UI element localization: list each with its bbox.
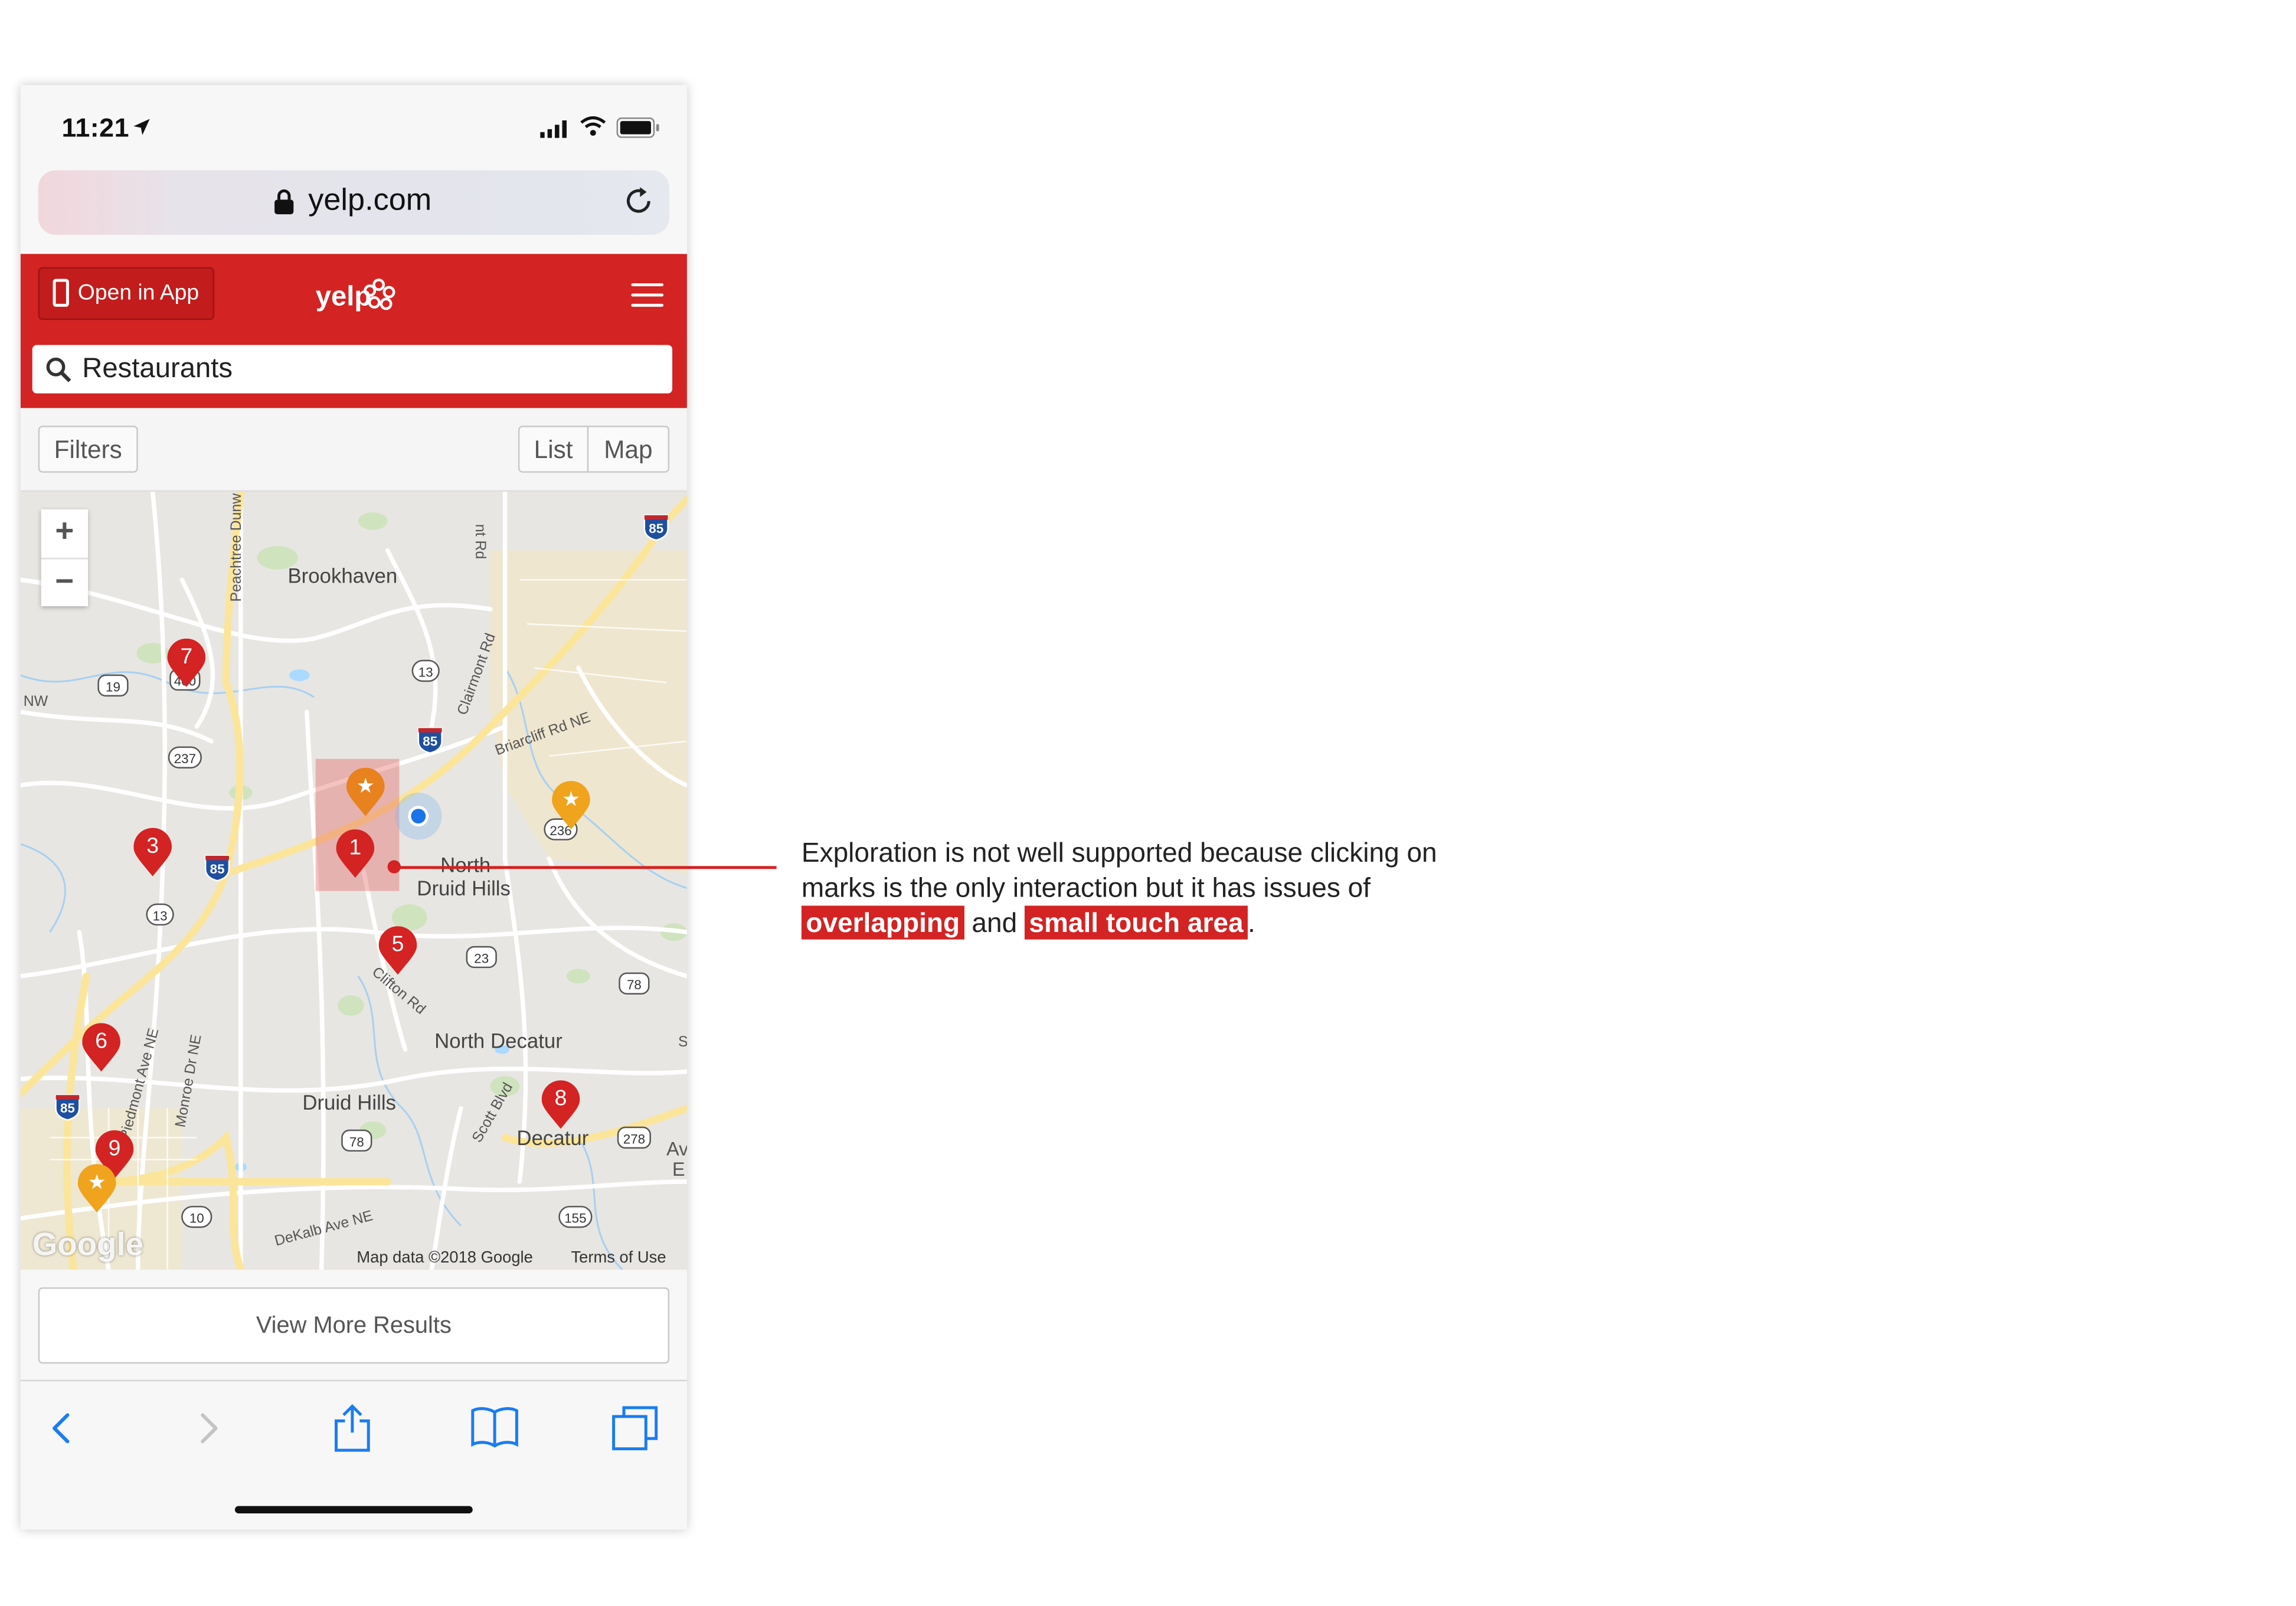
menu-icon[interactable] — [631, 283, 664, 307]
highlight-overlapping: overlapping — [801, 905, 964, 940]
map-marker-8[interactable]: 8 — [541, 1080, 580, 1130]
annotation-text: Exploration is not well supported becaus… — [801, 835, 1492, 941]
user-location-marker — [395, 792, 442, 840]
map-marker-6[interactable]: 6 — [82, 1023, 120, 1073]
view-more-results-button[interactable]: View More Results — [38, 1287, 670, 1364]
filters-button[interactable]: Filters — [38, 426, 138, 473]
address-bar[interactable]: yelp.com — [38, 170, 670, 235]
google-logo: Google — [32, 1225, 144, 1262]
terms-of-use-link[interactable]: Terms of Use — [571, 1249, 666, 1267]
browser-toolbar — [20, 1379, 687, 1530]
yelp-header: Open in App yelp Restaurants — [20, 254, 687, 408]
filter-bar: Filters List Map — [20, 408, 687, 492]
phone-frame: 11:21 yelp.com Open in App yelp Restaura… — [20, 85, 687, 1530]
url-text: yelp.com — [308, 183, 432, 218]
search-value: Restaurants — [82, 354, 233, 385]
signal-icon — [540, 120, 567, 138]
status-bar: 11:21 — [20, 85, 687, 168]
map-marker-5[interactable]: 5 — [378, 926, 417, 976]
map-marker-1[interactable]: 1 — [336, 829, 375, 879]
yelp-logo[interactable]: yelp — [314, 273, 396, 318]
back-icon[interactable] — [47, 1404, 77, 1451]
map-label-north: North — [440, 852, 491, 876]
home-indicator — [234, 1506, 473, 1514]
zoom-out-button[interactable]: − — [41, 560, 89, 608]
road-label: Av — [666, 1137, 687, 1160]
map-marker-star[interactable]: ★ — [77, 1164, 116, 1214]
phone-icon — [53, 279, 69, 307]
map-data-attribution: Map data ©2018 Google — [356, 1249, 533, 1267]
wifi-icon — [580, 116, 606, 136]
annotation-anchor-dot — [387, 860, 401, 874]
forward-icon[interactable] — [194, 1404, 223, 1451]
map-label-north-druid-hills: Druid Hills — [417, 876, 511, 900]
map-marker-7[interactable]: 7 — [167, 638, 206, 689]
search-input[interactable]: Restaurants — [32, 345, 673, 394]
map-marker-star[interactable]: ★ — [552, 781, 590, 831]
road-label: E — [672, 1158, 685, 1180]
map-label-north-decatur: North Decatur — [434, 1029, 562, 1053]
road-label: nt Rd — [471, 524, 488, 560]
map-view-button[interactable]: Map — [587, 426, 670, 473]
svg-text:yelp: yelp — [316, 280, 372, 312]
annotation-and: and — [972, 907, 1018, 938]
tabs-icon[interactable] — [611, 1404, 661, 1454]
status-time: 11:21 — [61, 113, 129, 143]
battery-icon — [616, 117, 659, 138]
highlight-small-touch-area: small touch area — [1024, 905, 1248, 940]
open-in-app-label: Open in App — [77, 280, 199, 306]
location-arrow-icon — [133, 119, 150, 135]
map-label-brookhaven: Brookhaven — [287, 564, 398, 587]
road-label: S — [678, 1035, 687, 1051]
road-label: Peachtree Dunw — [228, 493, 246, 602]
map-marker-star[interactable]: ★ — [346, 767, 385, 818]
map-label-druid-hills: Druid Hills — [302, 1090, 396, 1114]
open-in-app-button[interactable]: Open in App — [38, 267, 215, 320]
zoom-in-button[interactable]: + — [41, 509, 89, 558]
map-marker-3[interactable]: 3 — [133, 827, 172, 878]
annotation-leader-line — [393, 866, 777, 869]
reload-icon[interactable] — [622, 185, 655, 217]
map-view[interactable]: + − Brookhaven North Druid Hills North D… — [20, 492, 687, 1270]
list-view-button[interactable]: List — [518, 426, 589, 473]
annotation-body: Exploration is not well supported becaus… — [801, 836, 1437, 903]
search-icon — [46, 357, 71, 382]
annotation-period: . — [1248, 907, 1255, 938]
bookmarks-icon[interactable] — [470, 1404, 520, 1451]
lock-icon — [274, 189, 294, 215]
share-icon[interactable] — [332, 1404, 373, 1454]
road-label: NW — [23, 694, 48, 711]
zoom-controls: + − — [41, 509, 89, 608]
